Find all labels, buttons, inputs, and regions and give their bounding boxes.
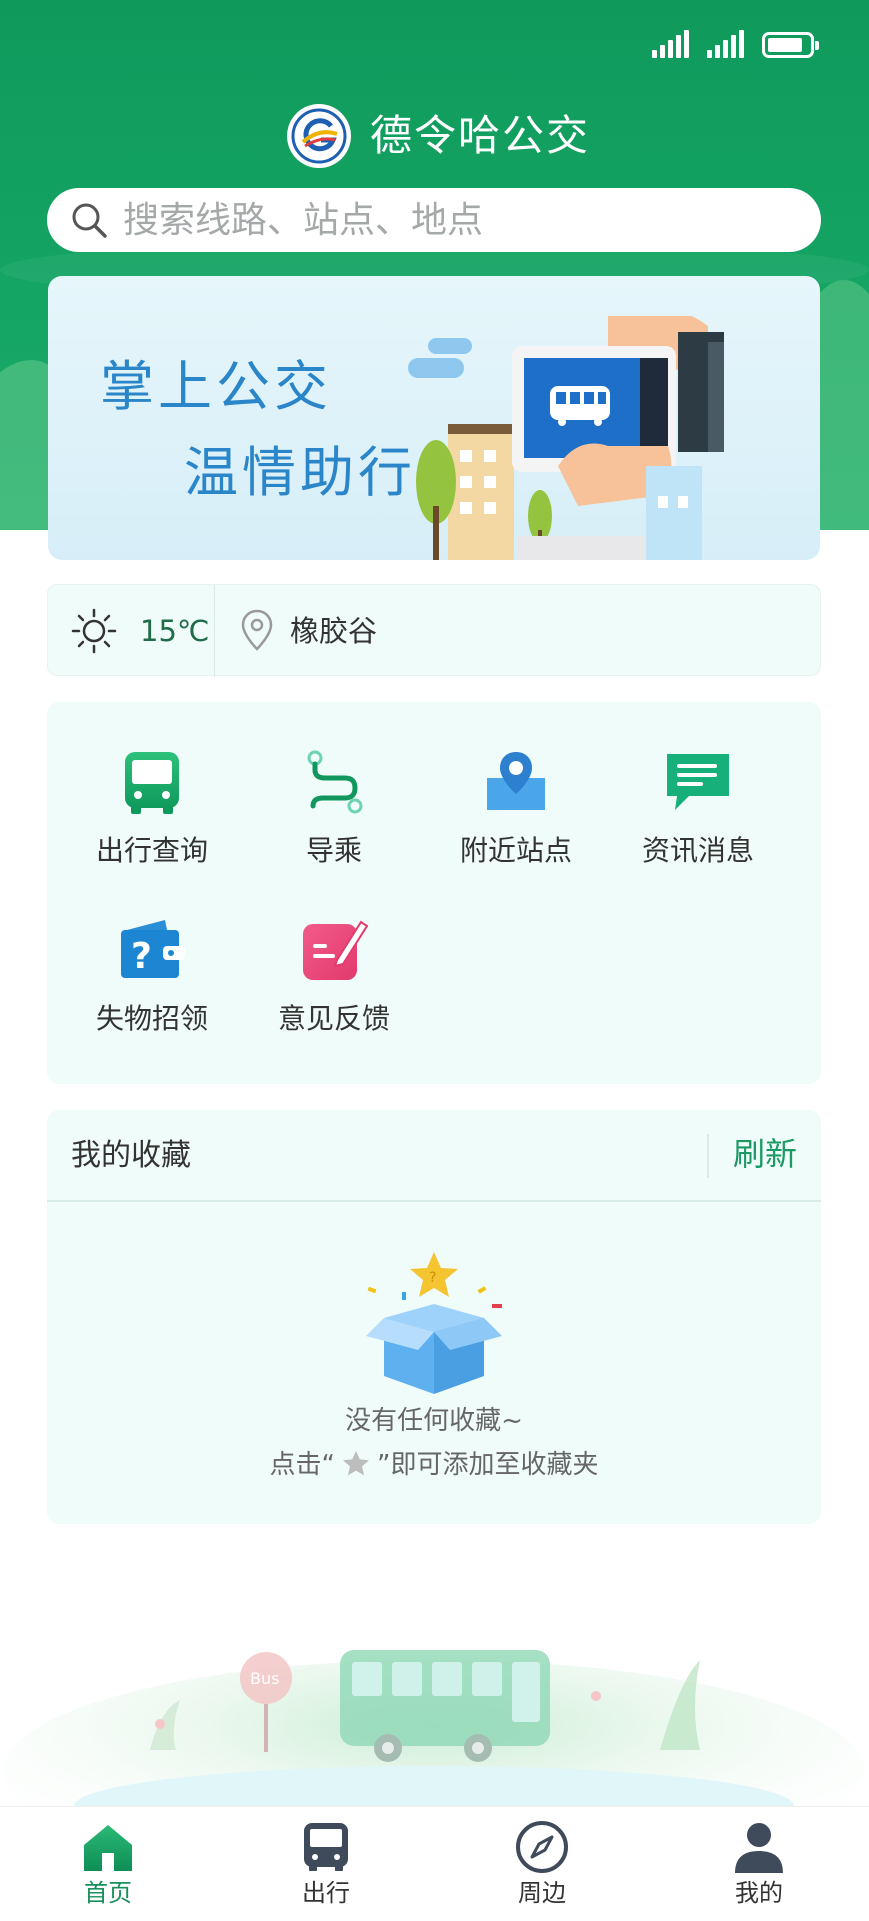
weather-bar[interactable]: 15℃ 橡胶谷: [47, 584, 821, 677]
menu-label: 资讯消息: [641, 834, 754, 867]
home-icon: [84, 1825, 132, 1871]
location-pin-icon: [241, 609, 273, 651]
banner-subline: 温情助行: [184, 441, 416, 504]
empty-box-icon: ?: [366, 1252, 502, 1394]
menu-item-feedback[interactable]: 意见反馈: [243, 916, 425, 1036]
menu-label: 失物招领: [95, 1002, 208, 1035]
banner-illustration: [408, 316, 724, 560]
menu-item-nearby-stops[interactable]: 附近站点: [425, 748, 607, 868]
favorites-separator: [707, 1134, 709, 1178]
app-logo: [287, 104, 351, 168]
empty-hint-prefix: 点击“: [269, 1450, 335, 1480]
favorites-card: 我的收藏 刷新 ? 没有任何收藏~ 点击“ ”即可添加至收藏夹: [47, 1110, 821, 1524]
signal-icon: [652, 28, 689, 58]
tab-trip[interactable]: 出行: [266, 1819, 386, 1909]
promo-banner[interactable]: 掌上公交 温情助行: [48, 276, 820, 560]
menu-label: 附近站点: [459, 834, 572, 867]
map-pin-icon: [487, 752, 545, 810]
status-bar: [652, 28, 819, 58]
menu-label: 导乘: [305, 834, 362, 867]
tab-label: 周边: [518, 1879, 566, 1907]
menu-item-guide[interactable]: 导乘: [243, 748, 425, 868]
tab-mine[interactable]: 我的: [699, 1819, 819, 1909]
svg-text:?: ?: [429, 1270, 436, 1286]
tab-nearby[interactable]: 周边: [482, 1819, 602, 1909]
search-bar[interactable]: [47, 188, 821, 252]
bus-icon: [125, 752, 179, 814]
bus-icon: [304, 1823, 348, 1871]
favorites-divider: [47, 1200, 821, 1202]
compass-icon: [516, 1821, 568, 1873]
favorites-title: 我的收藏: [71, 1138, 191, 1173]
search-input[interactable]: [121, 198, 805, 242]
weather-temperature: 15℃: [140, 614, 210, 648]
menu-item-news[interactable]: 资讯消息: [607, 748, 789, 868]
battery-icon: [762, 32, 819, 58]
empty-hint: 点击“ ”即可添加至收藏夹: [47, 1448, 821, 1482]
menu-item-lost-found[interactable]: ? 失物招领: [61, 916, 243, 1036]
weather-location: 橡胶谷: [290, 614, 378, 648]
empty-message: 没有任何收藏~: [345, 1406, 523, 1436]
search-icon: [72, 203, 107, 238]
menu-label: 意见反馈: [277, 1002, 390, 1035]
tab-label: 出行: [302, 1879, 350, 1907]
weather-divider: [214, 585, 215, 677]
user-icon: [735, 1823, 783, 1873]
bottom-tab-bar: 首页 出行 周边 我的: [0, 1806, 869, 1921]
route-icon: [307, 750, 363, 814]
menu-item-trip-query[interactable]: 出行查询: [61, 748, 243, 868]
signal-icon: [707, 28, 744, 58]
tab-home[interactable]: 首页: [48, 1819, 168, 1909]
lost-found-icon: ?: [121, 920, 185, 978]
app-title: 德令哈公交: [370, 111, 591, 160]
menu-label: 出行查询: [95, 834, 208, 867]
tab-label: 首页: [84, 1879, 132, 1907]
message-icon: [667, 754, 729, 810]
feedback-icon: [303, 920, 369, 980]
sun-icon: [71, 608, 117, 654]
svg-text:?: ?: [131, 936, 152, 977]
star-icon: [343, 1451, 369, 1476]
refresh-button[interactable]: 刷新: [733, 1132, 797, 1176]
svg-text:Bus: Bus: [250, 1669, 279, 1688]
tab-label: 我的: [735, 1879, 783, 1907]
empty-hint-suffix: ”即可添加至收藏夹: [377, 1450, 599, 1480]
banner-headline: 掌上公交: [100, 355, 332, 418]
feature-menu: 出行查询 导乘 附近站点 资讯消息 ? 失物招领 意见反馈: [47, 702, 821, 1084]
bus-scene-illustration: Bus: [4, 1650, 864, 1810]
